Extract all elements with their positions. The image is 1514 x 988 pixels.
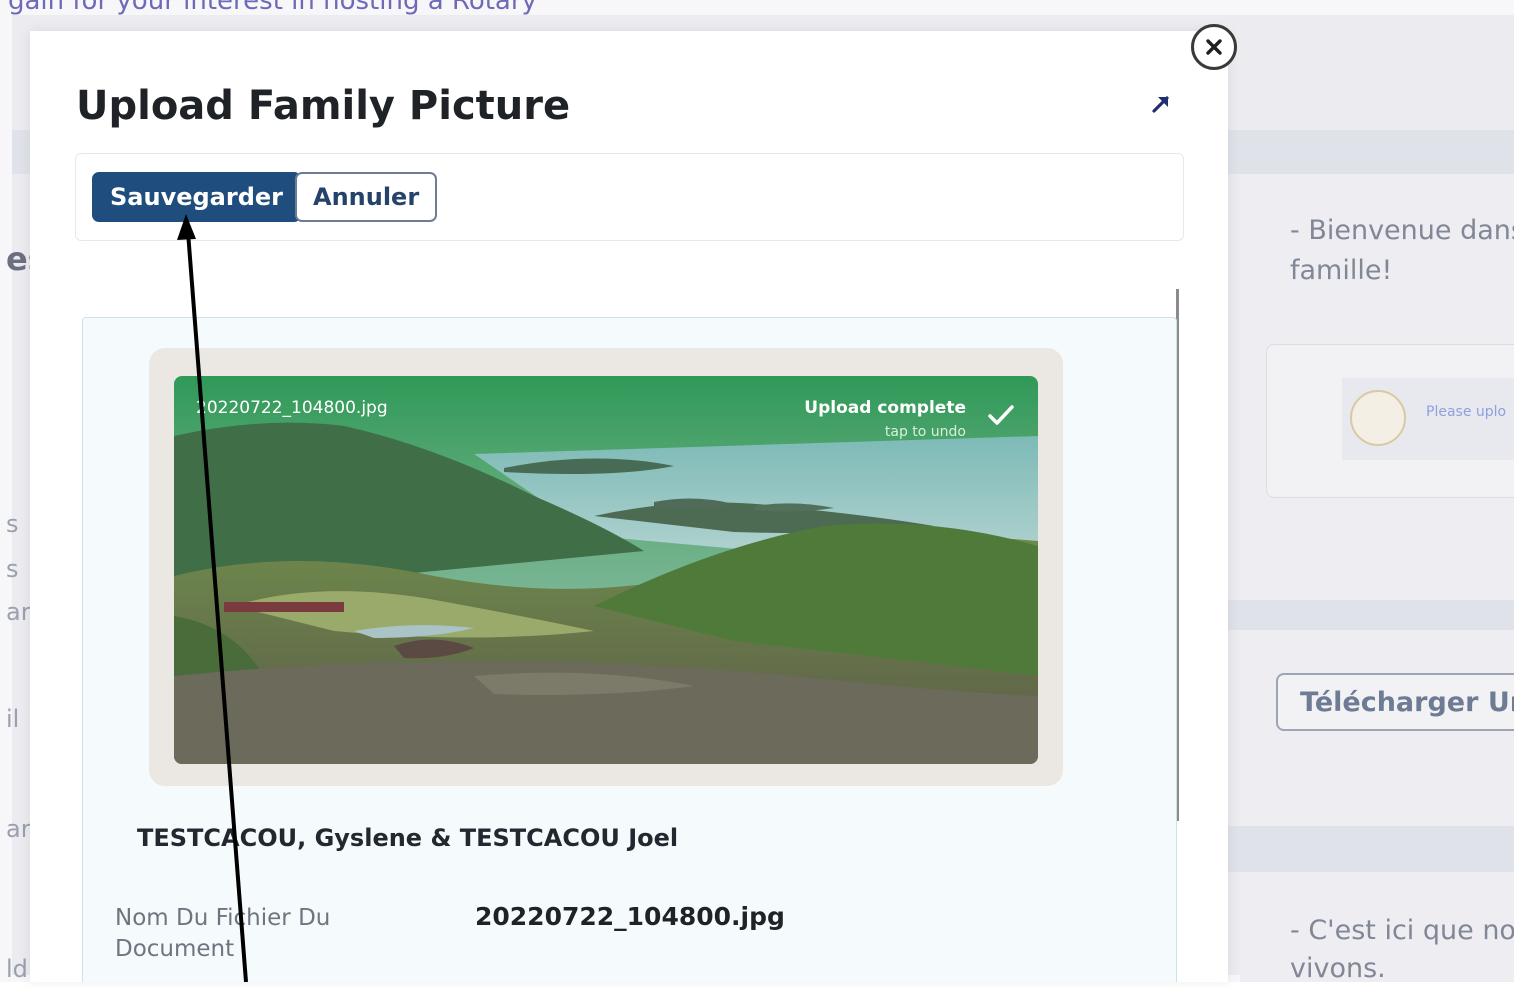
field-label-filename: Nom Du Fichier Du <box>115 905 331 931</box>
background-stripe <box>1228 600 1514 630</box>
background-living-text: vivons. <box>1290 953 1386 984</box>
upload-status: Upload complete <box>804 398 966 418</box>
background-left-text: s <box>6 510 19 538</box>
background-stripe <box>1228 130 1514 174</box>
check-icon <box>986 402 1016 428</box>
undo-upload-link[interactable]: tap to undo <box>885 424 966 440</box>
background-logo-card: Please uplo <box>1266 344 1514 498</box>
close-icon <box>1206 39 1222 55</box>
expand-arrow-icon[interactable] <box>1150 93 1172 115</box>
modal-toolbar: Sauvegarder Annuler <box>75 153 1184 241</box>
background-welcome-text: - Bienvenue dans <box>1290 215 1514 246</box>
family-name: TESTCACOU, Gyslene & TESTCACOU Joel <box>137 824 679 852</box>
background-left-text: ar <box>6 815 31 843</box>
upload-family-picture-modal: Upload Family Picture Sauvegarder Annule… <box>30 31 1228 982</box>
background-stripe <box>1228 826 1514 872</box>
background-left-text: ar <box>6 598 31 626</box>
background-upload-button[interactable]: Télécharger Une <box>1276 673 1514 731</box>
uploaded-filename: 20220722_104800.jpg <box>196 398 388 418</box>
cancel-button[interactable]: Annuler <box>295 172 438 222</box>
field-label-filename-cont: Document <box>115 936 235 962</box>
background-welcome-text: famille! <box>1290 255 1393 286</box>
rotary-logo-icon <box>1350 390 1406 446</box>
background-logo-text: Please uplo <box>1426 404 1507 420</box>
background-top-text: gain for your interest in hosting a Rota… <box>8 0 537 16</box>
background-stripe-left <box>12 130 32 174</box>
save-button[interactable]: Sauvegarder <box>92 172 301 222</box>
background-logo-placeholder: Please uplo <box>1342 378 1514 460</box>
background-left-text: il <box>6 705 20 733</box>
uploaded-photo: 20220722_104800.jpg Upload complete tap … <box>174 376 1038 764</box>
file-upload-dropzone[interactable]: 20220722_104800.jpg Upload complete tap … <box>149 348 1063 786</box>
background-living-text: - C'est ici que nou <box>1290 915 1514 946</box>
field-value-filename: 20220722_104800.jpg <box>475 902 785 931</box>
background-left-text: ld <box>6 955 28 983</box>
background-left-text: s <box>6 555 19 583</box>
close-button[interactable] <box>1191 24 1237 70</box>
upload-panel: 20220722_104800.jpg Upload complete tap … <box>82 317 1177 982</box>
modal-title: Upload Family Picture <box>76 83 571 129</box>
